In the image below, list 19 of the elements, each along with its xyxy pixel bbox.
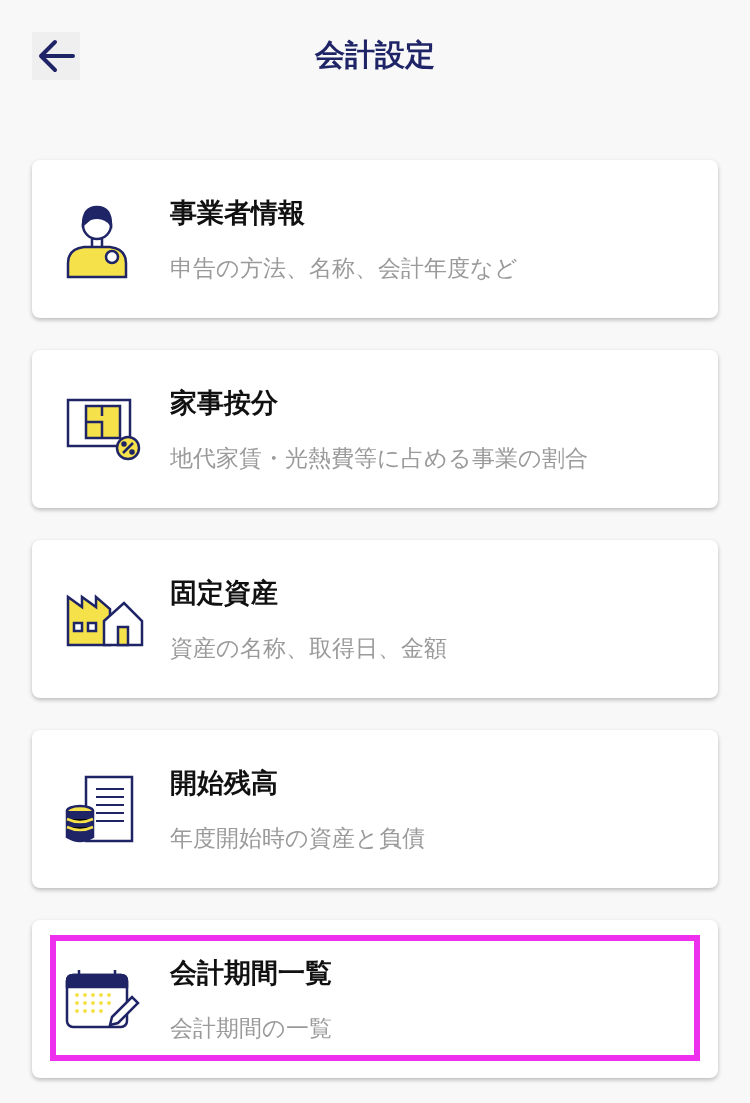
settings-card[interactable]: 事業者情報 申告の方法、名称、会計年度など (32, 160, 718, 318)
card-description: 地代家賃・光熱費等に占める事業の割合 (170, 443, 588, 473)
card-title: 会計期間一覧 (170, 955, 332, 990)
card-title: 事業者情報 (170, 195, 306, 230)
calendar-with-pencil-icon (64, 967, 140, 1031)
card-title: 家事按分 (170, 385, 279, 420)
card-title: 固定資産 (170, 575, 279, 610)
card-description: 申告の方法、名称、会計年度など (170, 253, 518, 283)
back-button[interactable] (32, 32, 80, 80)
settings-card[interactable]: 会計期間一覧 会計期間の一覧 (32, 920, 718, 1078)
settings-card[interactable]: 開始残高 年度開始時の資産と負債 (32, 730, 718, 888)
card-title: 開始残高 (170, 765, 279, 800)
page-title: 会計設定 (315, 35, 435, 74)
settings-card[interactable]: 固定資産 資産の名称、取得日、金額 (32, 540, 718, 698)
card-description: 年度開始時の資産と負債 (170, 823, 425, 853)
settings-card[interactable]: 家事按分 地代家賃・光熱費等に占める事業の割合 (32, 350, 718, 508)
back-arrow-icon (37, 39, 75, 73)
card-description: 資産の名称、取得日、金額 (170, 633, 447, 663)
card-description: 会計期間の一覧 (170, 1013, 332, 1043)
